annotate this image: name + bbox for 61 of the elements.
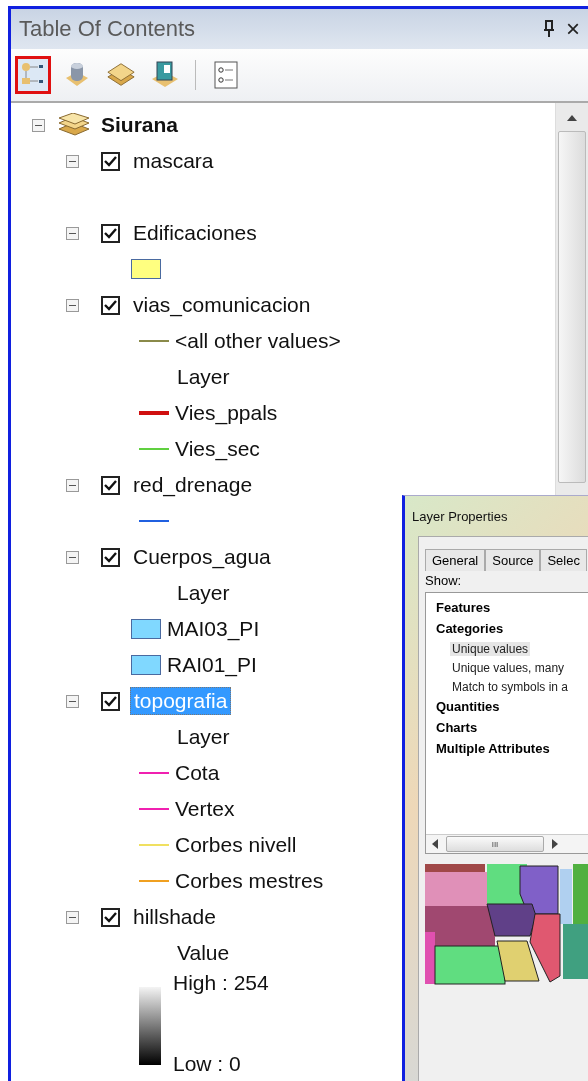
- scroll-right-icon[interactable]: [552, 839, 558, 849]
- scroll-up-icon[interactable]: [567, 115, 577, 121]
- show-label: Show:: [425, 573, 463, 588]
- collapse-toggle[interactable]: [32, 118, 45, 132]
- renderer-category[interactable]: Charts: [426, 717, 588, 738]
- legend-heading: Value: [177, 941, 230, 965]
- renderer-option[interactable]: Match to symbols in a: [450, 679, 571, 694]
- layer-checkbox[interactable]: [101, 547, 120, 567]
- legend-label: Vies_sec: [175, 437, 260, 461]
- collapse-toggle[interactable]: [66, 478, 79, 492]
- group-layer-name[interactable]: Siurana: [101, 113, 179, 137]
- layer-name[interactable]: hillshade: [130, 904, 219, 930]
- pin-icon[interactable]: [542, 19, 556, 39]
- legend-heading: Layer: [177, 725, 230, 749]
- layer-checkbox[interactable]: [101, 475, 120, 495]
- dialog-tab[interactable]: Selec: [540, 549, 587, 571]
- collapse-toggle[interactable]: [66, 694, 79, 708]
- layer-name[interactable]: vias_comunicacion: [130, 292, 314, 318]
- toolbar-button[interactable]: [15, 56, 51, 94]
- renderer-category[interactable]: Quantities: [426, 696, 588, 717]
- layer-name[interactable]: Edificaciones: [130, 220, 260, 246]
- layers-icon: [57, 113, 91, 137]
- renderer-option[interactable]: Unique values: [450, 641, 531, 656]
- collapse-toggle[interactable]: [66, 226, 79, 240]
- dialog-tab[interactable]: General: [425, 549, 486, 571]
- collapse-toggle[interactable]: [66, 550, 79, 564]
- renderer-category[interactable]: Categories: [426, 618, 588, 639]
- ramp-high-label: High : 254: [173, 971, 270, 995]
- legend-heading: Layer: [177, 365, 230, 389]
- legend-label: Vertex: [175, 797, 235, 821]
- dialog-title: Layer Properties: [412, 507, 509, 526]
- collapse-toggle[interactable]: [66, 154, 79, 168]
- dialog-tab[interactable]: Source: [485, 549, 541, 571]
- legend-label: Vies_ppals: [175, 401, 278, 425]
- collapse-toggle[interactable]: [66, 298, 79, 312]
- renderer-option[interactable]: Unique values, many: [450, 660, 567, 675]
- horizontal-scrollbar[interactable]: III: [426, 834, 588, 853]
- legend-heading: Layer: [177, 581, 230, 605]
- close-button[interactable]: ×: [566, 15, 580, 43]
- legend-label: Corbes nivell: [175, 833, 297, 857]
- panel-title: Table Of Contents: [19, 16, 197, 42]
- legend-label: Corbes mestres: [175, 869, 324, 893]
- layer-checkbox[interactable]: [101, 295, 120, 315]
- layer-name[interactable]: red_drenage: [130, 472, 256, 498]
- layer-checkbox[interactable]: [101, 151, 120, 171]
- legend-label: <all other values>: [175, 329, 341, 353]
- scroll-left-icon[interactable]: [432, 839, 438, 849]
- options-list-icon: [213, 60, 239, 90]
- legend-label: RAI01_PI: [167, 653, 257, 677]
- layer-checkbox[interactable]: [101, 907, 120, 927]
- layer-checkbox[interactable]: [101, 223, 120, 243]
- layer-name[interactable]: mascara: [130, 148, 217, 174]
- renderer-category[interactable]: Multiple Attributes: [426, 738, 588, 759]
- scroll-thumb[interactable]: III: [446, 836, 544, 852]
- layer-checkbox[interactable]: [101, 691, 120, 711]
- legend-label: MAI03_PI: [167, 617, 260, 641]
- renderer-category[interactable]: Features: [426, 597, 588, 618]
- legend-label: Cota: [175, 761, 220, 785]
- layer-name[interactable]: Cuerpos_agua: [130, 544, 274, 570]
- collapse-toggle[interactable]: [66, 910, 79, 924]
- ramp-low-label: Low : 0: [173, 1052, 242, 1076]
